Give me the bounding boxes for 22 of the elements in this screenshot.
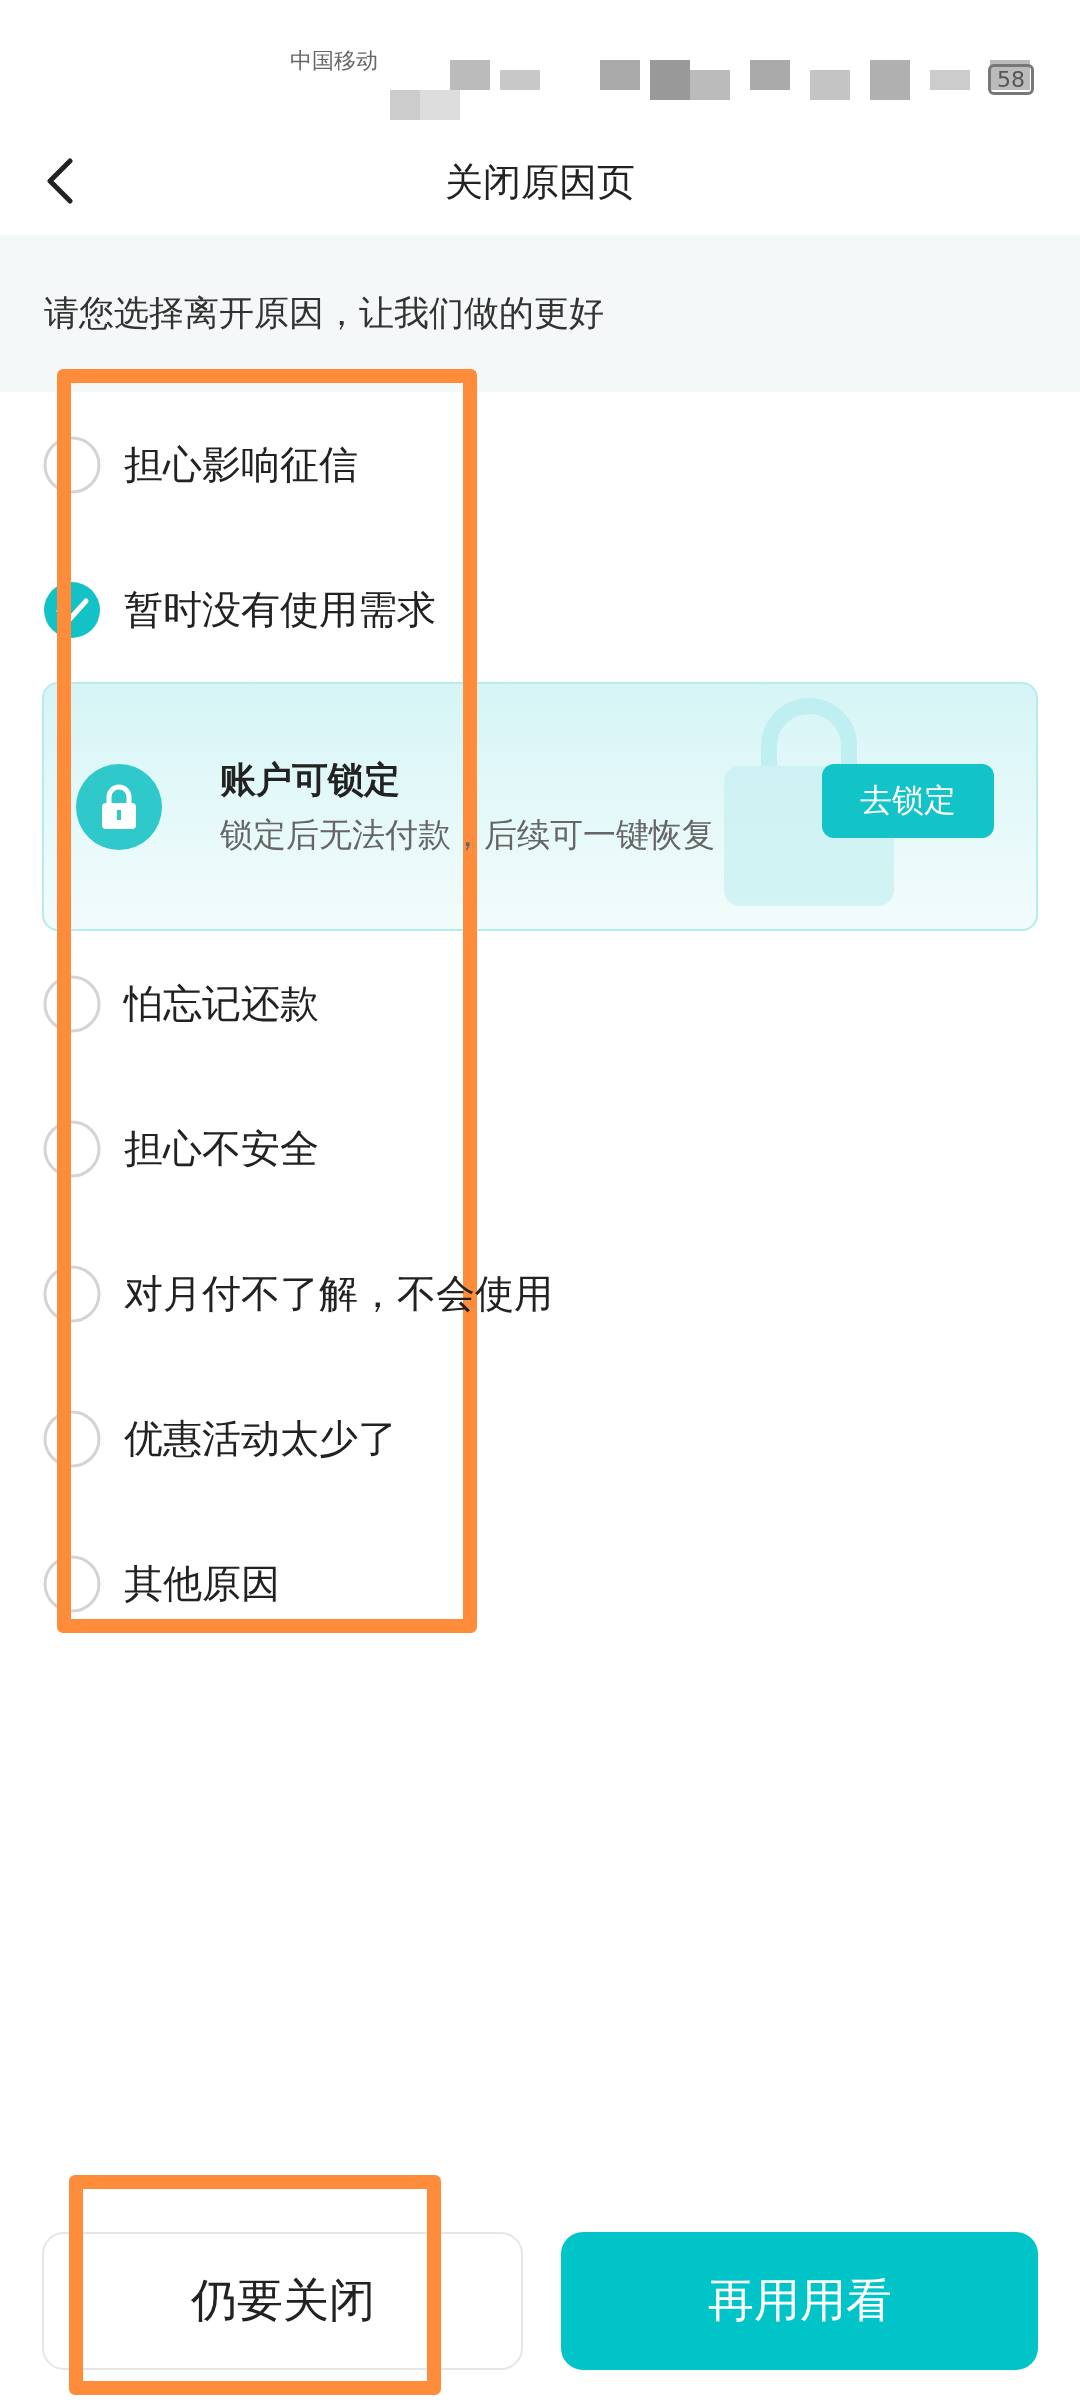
battery-indicator: 58 bbox=[988, 64, 1034, 95]
reason-option[interactable]: 其他原因 bbox=[0, 1511, 1080, 1656]
radio-button[interactable] bbox=[42, 973, 102, 1034]
radio-button[interactable] bbox=[42, 1553, 102, 1614]
page-title: 关闭原因页 bbox=[445, 159, 635, 206]
reason-option[interactable]: 怕忘记还款 bbox=[0, 931, 1080, 1076]
back-icon[interactable] bbox=[44, 158, 74, 204]
card-title: 账户可锁定 bbox=[220, 757, 401, 802]
reason-option[interactable]: 暂时没有使用需求 bbox=[0, 537, 1080, 682]
reason-option[interactable]: 担心不安全 bbox=[0, 1076, 1080, 1221]
instruction-text: 请您选择离开原因，让我们做的更好 bbox=[44, 292, 604, 335]
radio-button[interactable] bbox=[42, 579, 102, 640]
reason-option[interactable]: 担心影响征信 bbox=[0, 392, 1080, 537]
lock-icon bbox=[76, 763, 162, 850]
radio-button[interactable] bbox=[42, 1118, 102, 1179]
radio-button[interactable] bbox=[42, 1263, 102, 1324]
carrier-name: 中国移动 bbox=[290, 47, 378, 75]
radio-button[interactable] bbox=[42, 434, 102, 495]
radio-button[interactable] bbox=[42, 1408, 102, 1469]
card-subtitle: 锁定后无法付款，后续可一键恢复 bbox=[220, 813, 715, 856]
close-anyway-button[interactable]: 仍要关闭 bbox=[42, 2232, 523, 2370]
reason-option[interactable]: 优惠活动太少了 bbox=[0, 1366, 1080, 1511]
